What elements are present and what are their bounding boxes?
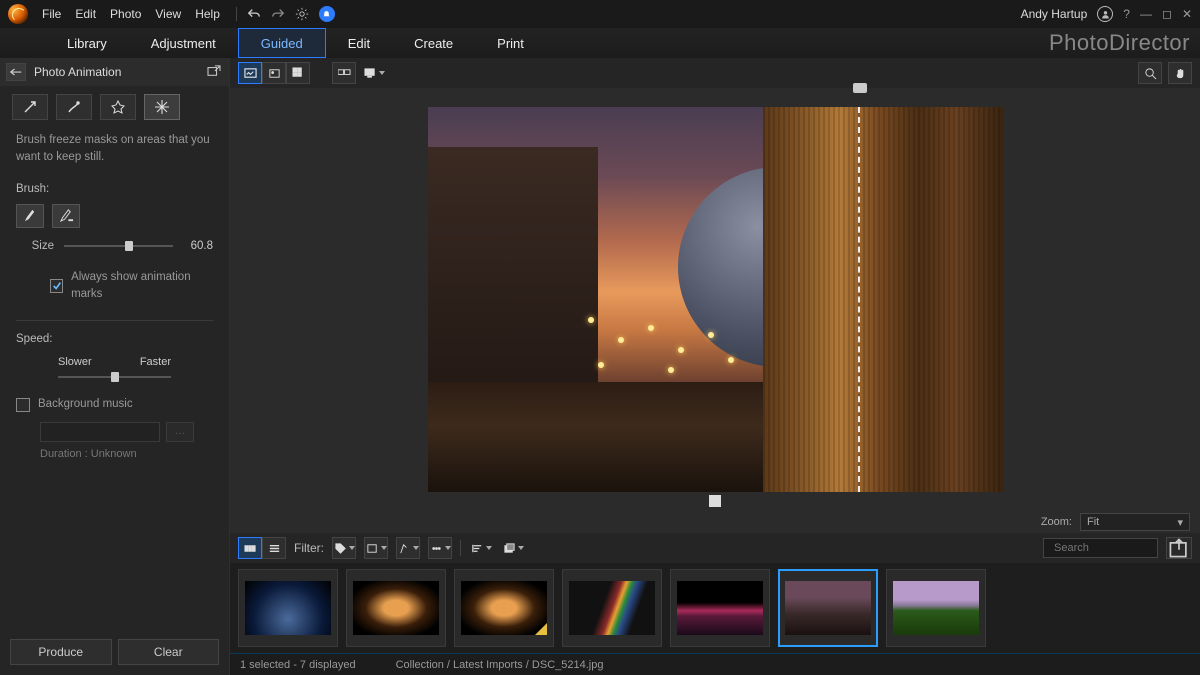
zoom-select[interactable]: Fit▾ — [1080, 513, 1190, 531]
motion-arrow-tool[interactable] — [12, 94, 48, 120]
fs-thumb-button[interactable] — [238, 537, 262, 559]
tab-library[interactable]: Library — [45, 28, 129, 58]
zoom-tool-button[interactable] — [1138, 62, 1162, 84]
preview-image — [428, 107, 1003, 492]
tab-adjustment[interactable]: Adjustment — [129, 28, 238, 58]
view-compare-button[interactable] — [262, 62, 286, 84]
bgm-duration: Duration : Unknown — [40, 446, 213, 463]
speed-slider[interactable] — [58, 376, 171, 378]
filter-tag-button[interactable] — [332, 537, 356, 559]
thumb-2[interactable] — [346, 569, 446, 647]
produce-button[interactable]: Produce — [10, 639, 112, 665]
thumb-3[interactable] — [454, 569, 554, 647]
menu-help[interactable]: Help — [195, 7, 220, 21]
tab-guided[interactable]: Guided — [238, 28, 326, 58]
maximize-icon[interactable]: ◻ — [1162, 7, 1172, 21]
bgm-browse-button[interactable]: … — [166, 422, 194, 442]
speed-label: Speed: — [16, 331, 213, 348]
status-path: Collection / Latest Imports / DSC_5214.j… — [396, 659, 604, 671]
filter-rating-button[interactable] — [428, 537, 452, 559]
help-icon[interactable]: ? — [1123, 7, 1130, 21]
thumb-4[interactable] — [562, 569, 662, 647]
status-selection: 1 selected - 7 displayed — [240, 659, 356, 671]
filter-flag-button[interactable] — [396, 537, 420, 559]
dual-screen-button[interactable] — [332, 62, 356, 84]
zoom-bar: Zoom: Fit▾ — [230, 511, 1200, 533]
always-show-checkbox[interactable] — [50, 279, 63, 293]
tab-print[interactable]: Print — [475, 28, 546, 58]
bgm-path-input[interactable] — [40, 422, 160, 442]
menu-photo[interactable]: Photo — [110, 7, 141, 21]
hand-tool-button[interactable] — [1168, 62, 1192, 84]
close-icon[interactable]: ✕ — [1182, 7, 1192, 21]
minimize-icon[interactable]: — — [1140, 7, 1152, 21]
right-area: Zoom: Fit▾ Filter: ✕ — [230, 58, 1200, 675]
viewer-toolbar — [230, 58, 1200, 88]
size-label: Size — [16, 238, 54, 255]
clear-button[interactable]: Clear — [118, 639, 220, 665]
freeze-brush-tool[interactable] — [144, 94, 180, 120]
slower-label: Slower — [58, 354, 92, 371]
back-button[interactable] — [6, 63, 26, 81]
brush-label: Brush: — [16, 181, 213, 198]
thumb-6[interactable] — [778, 569, 878, 647]
filmstrip — [230, 563, 1200, 653]
tab-edit[interactable]: Edit — [326, 28, 392, 58]
menubar-tools — [236, 6, 335, 22]
settings-icon[interactable] — [295, 7, 309, 21]
stop-button[interactable] — [709, 495, 721, 507]
view-grid-button[interactable] — [286, 62, 310, 84]
brush-erase-button[interactable] — [52, 204, 80, 228]
sort-button[interactable] — [469, 537, 493, 559]
bgm-label: Background music — [38, 396, 133, 413]
view-single-button[interactable] — [238, 62, 262, 84]
pin-tool[interactable] — [100, 94, 136, 120]
size-slider[interactable]: Size 60.8 — [16, 238, 213, 255]
bgm-checkbox[interactable] — [16, 398, 30, 412]
filmstrip-toolbar: Filter: ✕ — [230, 533, 1200, 563]
anchor-tool[interactable] — [56, 94, 92, 120]
status-bar: 1 selected - 7 displayed Collection / La… — [230, 653, 1200, 675]
tab-bar: Library Adjustment Guided Edit Create Pr… — [0, 28, 1200, 58]
app-logo — [8, 4, 28, 24]
animation-tools — [0, 86, 229, 128]
menu-file[interactable]: File — [42, 7, 61, 21]
notification-icon[interactable] — [319, 6, 335, 22]
menu-view[interactable]: View — [155, 7, 181, 21]
stack-button[interactable] — [501, 537, 525, 559]
size-value: 60.8 — [183, 238, 213, 255]
user-avatar-icon[interactable] — [1097, 6, 1113, 22]
zoom-label: Zoom: — [1041, 516, 1072, 528]
search-box[interactable]: ✕ — [1043, 538, 1158, 558]
fs-list-button[interactable] — [262, 537, 286, 559]
undo-icon[interactable] — [247, 7, 261, 21]
menu-bar: File Edit Photo View Help Andy Hartup ? … — [0, 0, 1200, 28]
tab-create[interactable]: Create — [392, 28, 475, 58]
divider-handle[interactable] — [853, 83, 867, 93]
image-viewer[interactable] — [230, 88, 1200, 511]
display-menu-button[interactable] — [362, 62, 386, 84]
user-name[interactable]: Andy Hartup — [1021, 7, 1088, 21]
brand-label: PhotoDirector — [1049, 30, 1190, 56]
faster-label: Faster — [140, 354, 171, 371]
menu-edit[interactable]: Edit — [75, 7, 96, 21]
panel-title: Photo Animation — [34, 65, 199, 79]
always-show-label: Always show animation marks — [71, 269, 213, 304]
hint-text: Brush freeze masks on areas that you wan… — [16, 132, 213, 167]
thumb-5[interactable] — [670, 569, 770, 647]
thumb-1[interactable] — [238, 569, 338, 647]
filter-label-button[interactable] — [364, 537, 388, 559]
thumb-7[interactable] — [886, 569, 986, 647]
left-panel: Photo Animation Brush freeze masks on ar… — [0, 58, 230, 675]
menu-items: File Edit Photo View Help — [42, 7, 220, 21]
redo-icon[interactable] — [271, 7, 285, 21]
brush-add-button[interactable] — [16, 204, 44, 228]
export-button[interactable] — [1166, 537, 1192, 559]
filter-label: Filter: — [294, 541, 324, 555]
compare-divider[interactable] — [858, 107, 860, 492]
popout-icon[interactable] — [207, 65, 223, 79]
